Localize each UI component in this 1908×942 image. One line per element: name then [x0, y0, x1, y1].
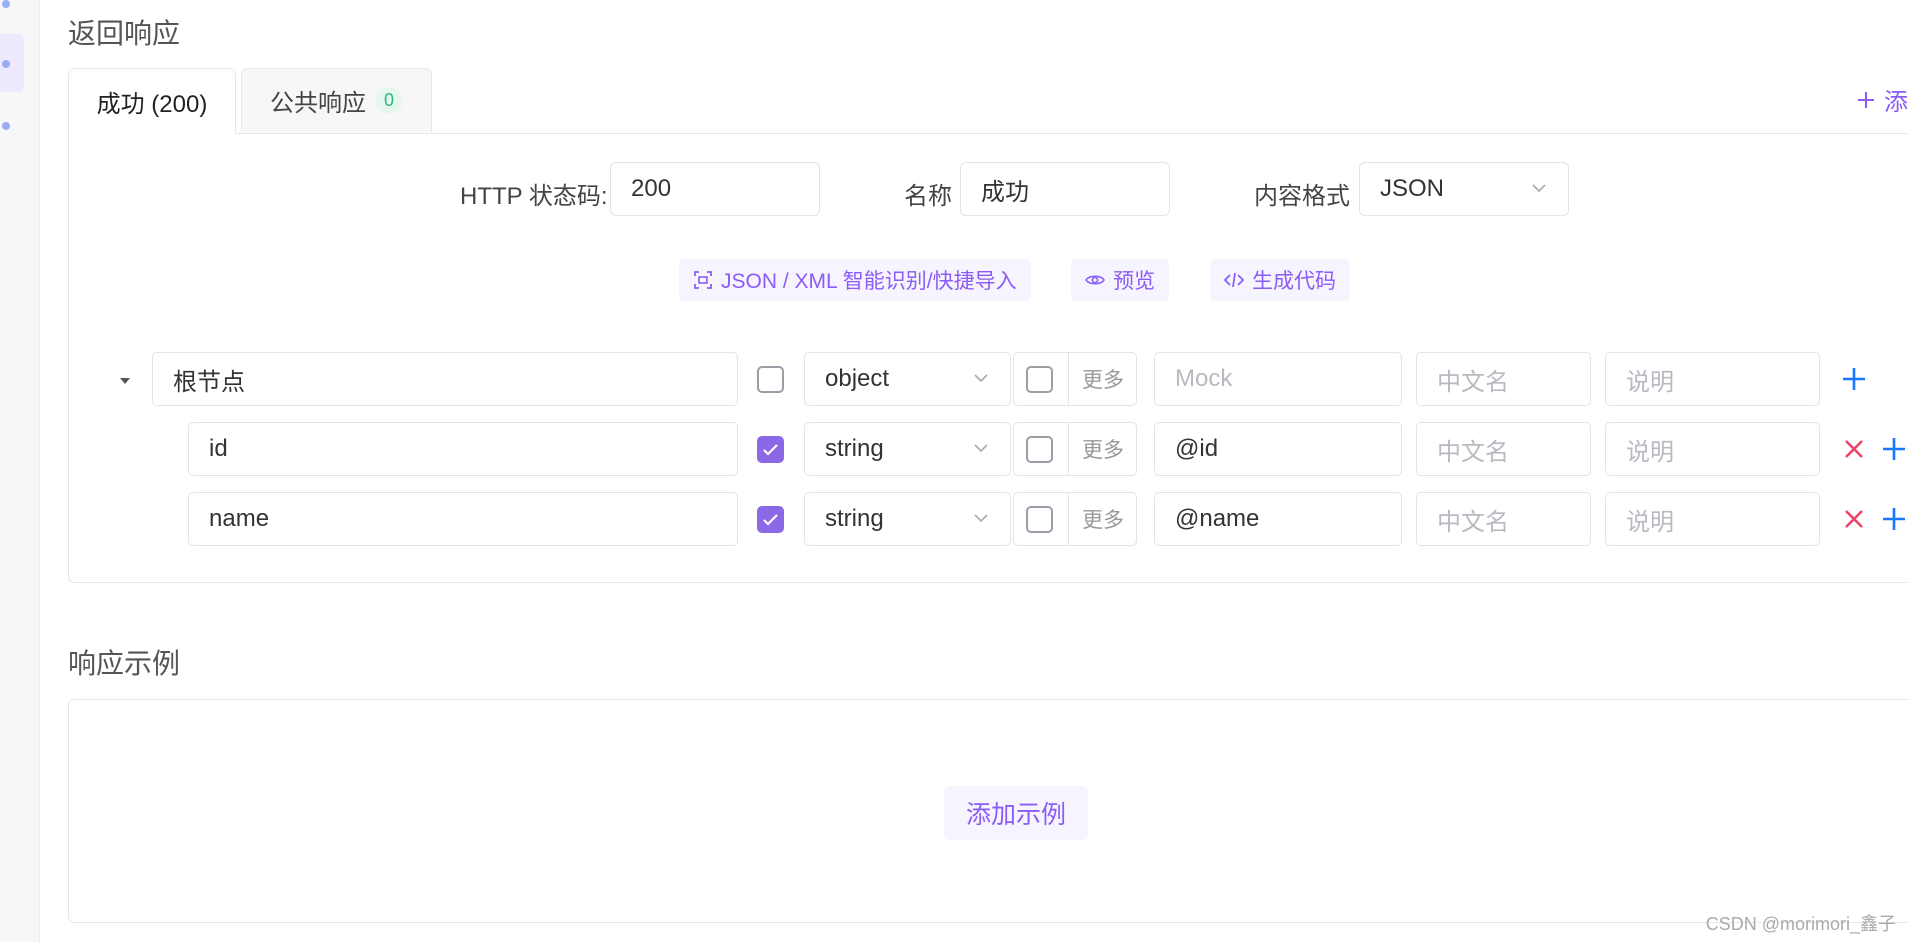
tab-label: 公共响应 [270, 90, 366, 117]
tab-success-200[interactable]: 成功 (200) [68, 68, 236, 134]
field-type-value: object [825, 365, 890, 392]
field-type-value: string [825, 505, 884, 532]
field-name-value: 根节点 [173, 368, 245, 396]
allow-null-checkbox[interactable] [1026, 506, 1053, 533]
content-format-value: JSON [1380, 175, 1445, 202]
chevron-down-icon [974, 514, 988, 523]
more-button[interactable]: 更多 [1068, 423, 1138, 475]
field-type-select[interactable]: string [804, 422, 1011, 476]
description-placeholder: 说明 [1626, 368, 1674, 396]
description-placeholder: 说明 [1626, 438, 1674, 466]
scan-icon [694, 271, 712, 289]
field-type-value: string [825, 435, 884, 462]
left-sidebar [0, 0, 40, 942]
required-checkbox[interactable] [757, 366, 784, 393]
chinese-name-placeholder: 中文名 [1437, 438, 1509, 466]
field-name-value: name [209, 505, 270, 532]
add-response-label: 添 [1884, 89, 1908, 116]
required-checkbox[interactable] [757, 436, 784, 463]
check-icon [763, 444, 778, 456]
sidebar-dot [2, 60, 10, 68]
required-checkbox[interactable] [757, 506, 784, 533]
chinese-name-input[interactable]: 中文名 [1416, 492, 1591, 546]
mock-input[interactable]: @id [1154, 422, 1402, 476]
chinese-name-placeholder: 中文名 [1437, 508, 1509, 536]
mock-input[interactable]: Mock [1154, 352, 1402, 406]
more-options-group: 更多 [1013, 352, 1137, 406]
allow-null-checkbox[interactable] [1026, 366, 1053, 393]
caret-down-icon[interactable] [118, 374, 132, 388]
mock-input[interactable]: @name [1154, 492, 1402, 546]
code-icon [1224, 272, 1244, 288]
field-name-input[interactable]: id [188, 422, 738, 476]
chinese-name-input[interactable]: 中文名 [1416, 422, 1591, 476]
sidebar-dot [2, 0, 10, 8]
field-type-select[interactable]: string [804, 492, 1011, 546]
generate-code-button[interactable]: 生成代码 [1210, 259, 1350, 301]
plus-icon [1858, 91, 1874, 108]
preview-button[interactable]: 预览 [1071, 259, 1169, 301]
allow-null-checkbox[interactable] [1026, 436, 1053, 463]
watermark: CSDN @morimori_鑫子 [1705, 914, 1896, 934]
chevron-down-icon [1532, 184, 1546, 193]
name-label: 名称 [904, 183, 952, 210]
more-button[interactable]: 更多 [1068, 493, 1138, 545]
content-format-label: 内容格式 [1254, 183, 1350, 210]
eye-icon [1085, 275, 1105, 285]
count-badge: 0 [376, 88, 403, 113]
field-name-value: id [209, 435, 228, 462]
status-code-label: HTTP 状态码: [460, 183, 608, 210]
plus-icon[interactable] [1840, 365, 1868, 393]
generate-code-label: 生成代码 [1252, 270, 1336, 293]
chinese-name-input[interactable]: 中文名 [1416, 352, 1591, 406]
response-section-title: 返回响应 [68, 18, 181, 49]
response-tabs: 成功 (200) 公共响应 0 添 [68, 68, 1908, 134]
tab-label: 成功 (200) [96, 91, 208, 118]
more-button[interactable]: 更多 [1068, 353, 1138, 405]
chevron-down-icon [974, 374, 988, 383]
name-value: 成功 [981, 178, 1029, 206]
field-name-input[interactable]: name [188, 492, 738, 546]
field-name-input[interactable]: 根节点 [152, 352, 738, 406]
plus-icon[interactable] [1880, 505, 1908, 533]
chinese-name-placeholder: 中文名 [1437, 368, 1509, 396]
description-input[interactable]: 说明 [1605, 422, 1820, 476]
description-input[interactable]: 说明 [1605, 492, 1820, 546]
example-section-title: 响应示例 [68, 648, 181, 679]
status-code-input[interactable]: 200 [610, 162, 820, 216]
smart-import-button[interactable]: JSON / XML 智能识别/快捷导入 [679, 259, 1031, 301]
plus-icon[interactable] [1880, 435, 1908, 463]
description-placeholder: 说明 [1626, 508, 1674, 536]
name-input[interactable]: 成功 [960, 162, 1170, 216]
sidebar-dot [2, 122, 10, 130]
more-options-group: 更多 [1013, 422, 1137, 476]
smart-import-label: JSON / XML 智能识别/快捷导入 [721, 270, 1017, 293]
mock-value: @id [1175, 435, 1219, 462]
close-icon[interactable] [1840, 505, 1868, 533]
add-response-button[interactable]: 添 [1856, 82, 1908, 117]
status-code-value: 200 [631, 175, 672, 202]
more-options-group: 更多 [1013, 492, 1137, 546]
add-example-button[interactable]: 添加示例 [944, 786, 1089, 840]
check-icon [763, 514, 778, 526]
description-input[interactable]: 说明 [1605, 352, 1820, 406]
mock-value: @name [1175, 505, 1260, 532]
chevron-down-icon [974, 444, 988, 453]
field-type-select[interactable]: object [804, 352, 1011, 406]
mock-placeholder: Mock [1175, 365, 1233, 392]
preview-label: 预览 [1113, 270, 1155, 293]
close-icon[interactable] [1840, 435, 1868, 463]
tab-public-response[interactable]: 公共响应 0 [241, 68, 432, 132]
content-format-select[interactable]: JSON [1359, 162, 1569, 216]
